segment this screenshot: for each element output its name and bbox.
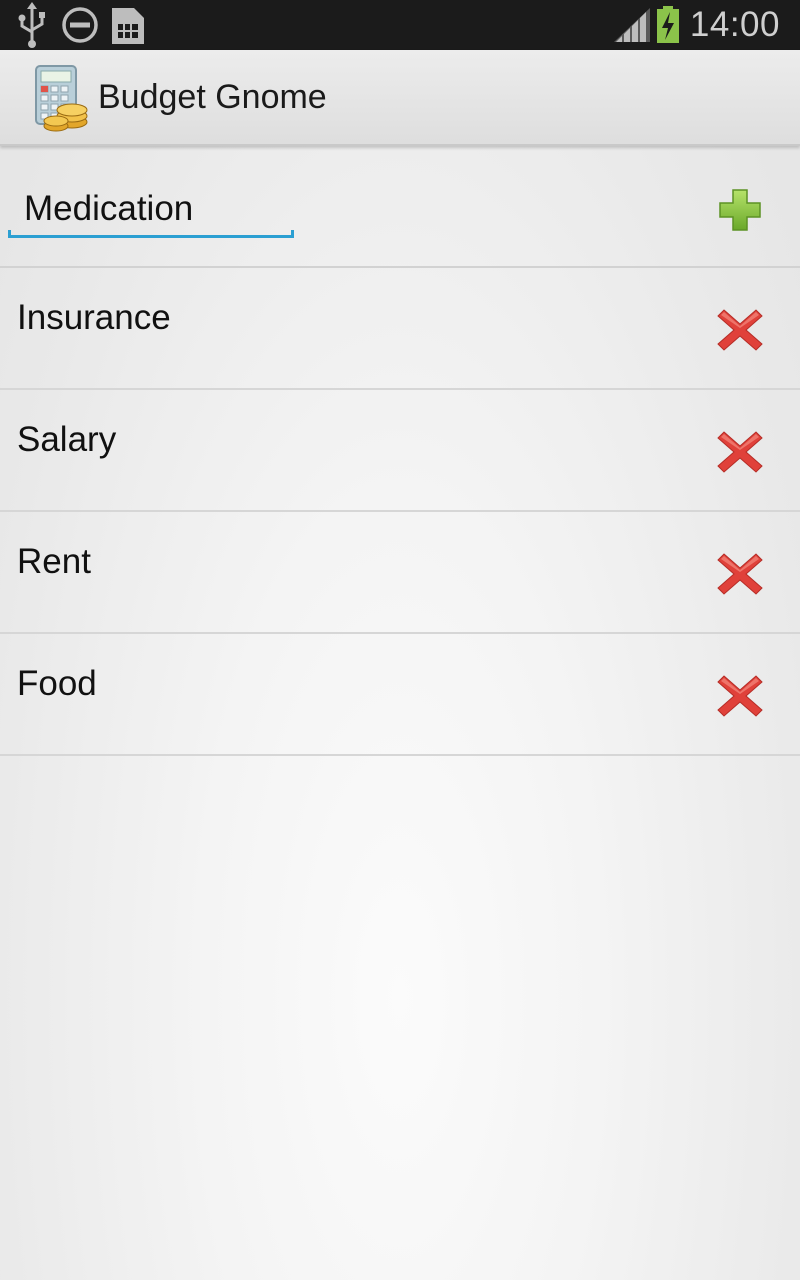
category-list: Insurance Salary Rent Food: [0, 268, 800, 756]
action-bar: Budget Gnome: [0, 50, 800, 146]
input-underline: [8, 230, 294, 238]
item-label: Food: [17, 664, 97, 703]
add-category-row: [0, 148, 800, 268]
signal-icon: [614, 8, 650, 42]
status-bar: 14:00: [0, 0, 800, 50]
delete-x-icon[interactable]: [716, 550, 764, 598]
list-item: Food: [0, 634, 800, 756]
usb-icon: [18, 2, 45, 48]
item-label: Insurance: [17, 298, 171, 337]
add-button[interactable]: [714, 184, 766, 236]
delete-x-icon[interactable]: [716, 672, 764, 720]
list-item: Rent: [0, 512, 800, 634]
app-title: Budget Gnome: [98, 78, 327, 116]
category-name-input[interactable]: [8, 184, 294, 234]
item-label: Salary: [17, 420, 117, 459]
calculator-coins-icon: [35, 65, 88, 132]
battery-charging-icon: [657, 6, 679, 43]
list-item: Salary: [0, 390, 800, 512]
clock: 14:00: [689, 5, 780, 44]
delete-x-icon[interactable]: [716, 428, 764, 476]
item-label: Rent: [17, 542, 91, 581]
do-not-disturb-icon: [62, 7, 98, 43]
sim-card-icon: [112, 8, 144, 44]
list-item: Insurance: [0, 268, 800, 390]
delete-x-icon[interactable]: [716, 306, 764, 354]
